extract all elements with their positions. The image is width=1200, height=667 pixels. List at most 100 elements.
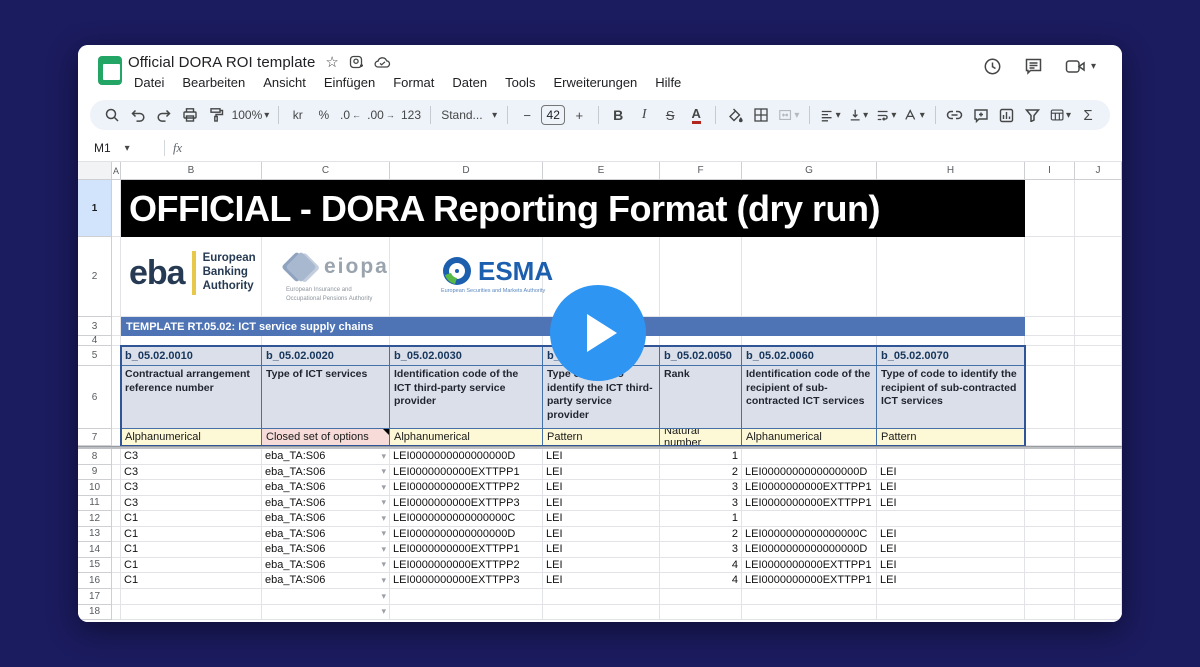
cell-H13[interactable]: LEI [877, 527, 1025, 543]
cell-H17[interactable] [877, 589, 1025, 605]
bold-button[interactable]: B [606, 103, 630, 127]
decrease-font-size-button[interactable]: − [515, 103, 539, 127]
cell-A7[interactable] [112, 429, 121, 446]
cell-G11[interactable]: LEI0000000000EXTTPP1 [742, 496, 877, 512]
filter-icon[interactable] [1021, 103, 1045, 127]
vertical-align-icon[interactable]: ▾ [846, 103, 871, 127]
star-icon[interactable]: ☆ [325, 55, 338, 70]
paint-format-icon[interactable] [204, 103, 228, 127]
row-header-6[interactable]: 6 [78, 366, 112, 429]
cell-I3[interactable] [1025, 317, 1075, 336]
cell-G16[interactable]: LEI0000000000EXTTPP1 [742, 573, 877, 589]
cell-C18[interactable] [262, 605, 390, 621]
text-color-button[interactable]: A [684, 103, 708, 127]
cell-C12[interactable]: eba_TA:S06 [262, 511, 390, 527]
cell-F17[interactable] [660, 589, 742, 605]
cell-F9[interactable]: 2 [660, 465, 742, 481]
menu-hilfe[interactable]: Hilfe [647, 73, 689, 92]
field-type-c[interactable]: Closed set of options [262, 429, 390, 446]
lock-plus-icon[interactable] [349, 55, 364, 70]
field-type-d[interactable]: Alphanumerical [390, 429, 543, 446]
column-header-f[interactable]: F [660, 162, 742, 180]
cell-B16[interactable]: C1 [121, 573, 262, 589]
field-code-d[interactable]: b_05.02.0030 [390, 346, 543, 366]
cell-D10[interactable]: LEI0000000000EXTTPP2 [390, 480, 543, 496]
document-title[interactable]: Official DORA ROI template [128, 54, 315, 71]
cell-D14[interactable]: LEI0000000000EXTTPP1 [390, 542, 543, 558]
italic-button[interactable]: I [632, 103, 656, 127]
cell-D13[interactable]: LEI0000000000000000D [390, 527, 543, 543]
cell-E10[interactable]: LEI [543, 480, 660, 496]
cell-D18[interactable] [390, 605, 543, 621]
field-description-b[interactable]: Contractual arrangement reference number [121, 366, 262, 429]
frozen-rows-divider[interactable] [78, 446, 1122, 449]
undo-icon[interactable] [126, 103, 150, 127]
field-type-b[interactable]: Alphanumerical [121, 429, 262, 446]
google-sheets-logo-icon[interactable] [98, 56, 122, 85]
cell-H12[interactable] [877, 511, 1025, 527]
search-icon[interactable] [100, 103, 124, 127]
row-header-18[interactable]: 18 [78, 605, 112, 621]
menu-tools[interactable]: Tools [497, 73, 543, 92]
name-box[interactable]: M1▾ [78, 141, 156, 155]
cell-G10[interactable]: LEI0000000000EXTTPP1 [742, 480, 877, 496]
cell-G8[interactable] [742, 449, 877, 465]
cell-A13[interactable] [112, 527, 121, 543]
column-header-b[interactable]: B [121, 162, 262, 180]
cell-H11[interactable]: LEI [877, 496, 1025, 512]
cell-E12[interactable]: LEI [543, 511, 660, 527]
cell-J4[interactable] [1075, 336, 1122, 346]
cell-E11[interactable]: LEI [543, 496, 660, 512]
cell-C9[interactable]: eba_TA:S06 [262, 465, 390, 481]
cell-A6[interactable] [112, 366, 121, 429]
cell-I4[interactable] [1025, 336, 1075, 346]
field-description-g[interactable]: Identification code of the recipient of … [742, 366, 877, 429]
increase-decimals-button[interactable]: .00→ [365, 103, 397, 127]
text-rotation-icon[interactable]: ▾ [901, 103, 927, 127]
field-type-f[interactable]: Natural number [660, 429, 742, 446]
row-header-13[interactable]: 13 [78, 527, 112, 543]
field-description-h[interactable]: Type of code to identify the recipient o… [877, 366, 1025, 429]
cell-J13[interactable] [1075, 527, 1122, 543]
cell-J16[interactable] [1075, 573, 1122, 589]
cell-D4[interactable] [390, 336, 543, 346]
cell-A2[interactable] [112, 237, 121, 317]
font-size-input[interactable]: 42 [541, 105, 565, 125]
cell-I11[interactable] [1025, 496, 1075, 512]
row-header-4[interactable]: 4 [78, 336, 112, 346]
cell-B14[interactable]: C1 [121, 542, 262, 558]
play-button[interactable] [550, 285, 646, 381]
field-type-e[interactable]: Pattern [543, 429, 660, 446]
cell-B15[interactable]: C1 [121, 558, 262, 574]
cell-H10[interactable]: LEI [877, 480, 1025, 496]
cell-A3[interactable] [112, 317, 121, 336]
column-header-g[interactable]: G [742, 162, 877, 180]
cell-I14[interactable] [1025, 542, 1075, 558]
zoom-select[interactable]: 100%▾ [230, 103, 271, 127]
cell-D17[interactable] [390, 589, 543, 605]
cell-I10[interactable] [1025, 480, 1075, 496]
cell-E13[interactable]: LEI [543, 527, 660, 543]
field-type-g[interactable]: Alphanumerical [742, 429, 877, 446]
percent-format-button[interactable]: % [312, 103, 336, 127]
cell-F10[interactable]: 3 [660, 480, 742, 496]
cell-D11[interactable]: LEI0000000000EXTTPP3 [390, 496, 543, 512]
fill-color-icon[interactable] [723, 103, 747, 127]
cell-H8[interactable] [877, 449, 1025, 465]
formula-input[interactable] [182, 135, 1122, 161]
cell-A9[interactable] [112, 465, 121, 481]
cell-I16[interactable] [1025, 573, 1075, 589]
cell-J17[interactable] [1075, 589, 1122, 605]
cell-F8[interactable]: 1 [660, 449, 742, 465]
cell-I2[interactable] [1025, 237, 1075, 317]
cell-B8[interactable]: C3 [121, 449, 262, 465]
cell-G4[interactable] [742, 336, 877, 346]
cell-A8[interactable] [112, 449, 121, 465]
cell-E16[interactable]: LEI [543, 573, 660, 589]
field-code-c[interactable]: b_05.02.0020 [262, 346, 390, 366]
font-select[interactable]: Stand...▾ [438, 103, 500, 127]
print-icon[interactable] [178, 103, 202, 127]
cell-I18[interactable] [1025, 605, 1075, 621]
cell-G9[interactable]: LEI0000000000000000D [742, 465, 877, 481]
cell-J5[interactable] [1075, 346, 1122, 366]
